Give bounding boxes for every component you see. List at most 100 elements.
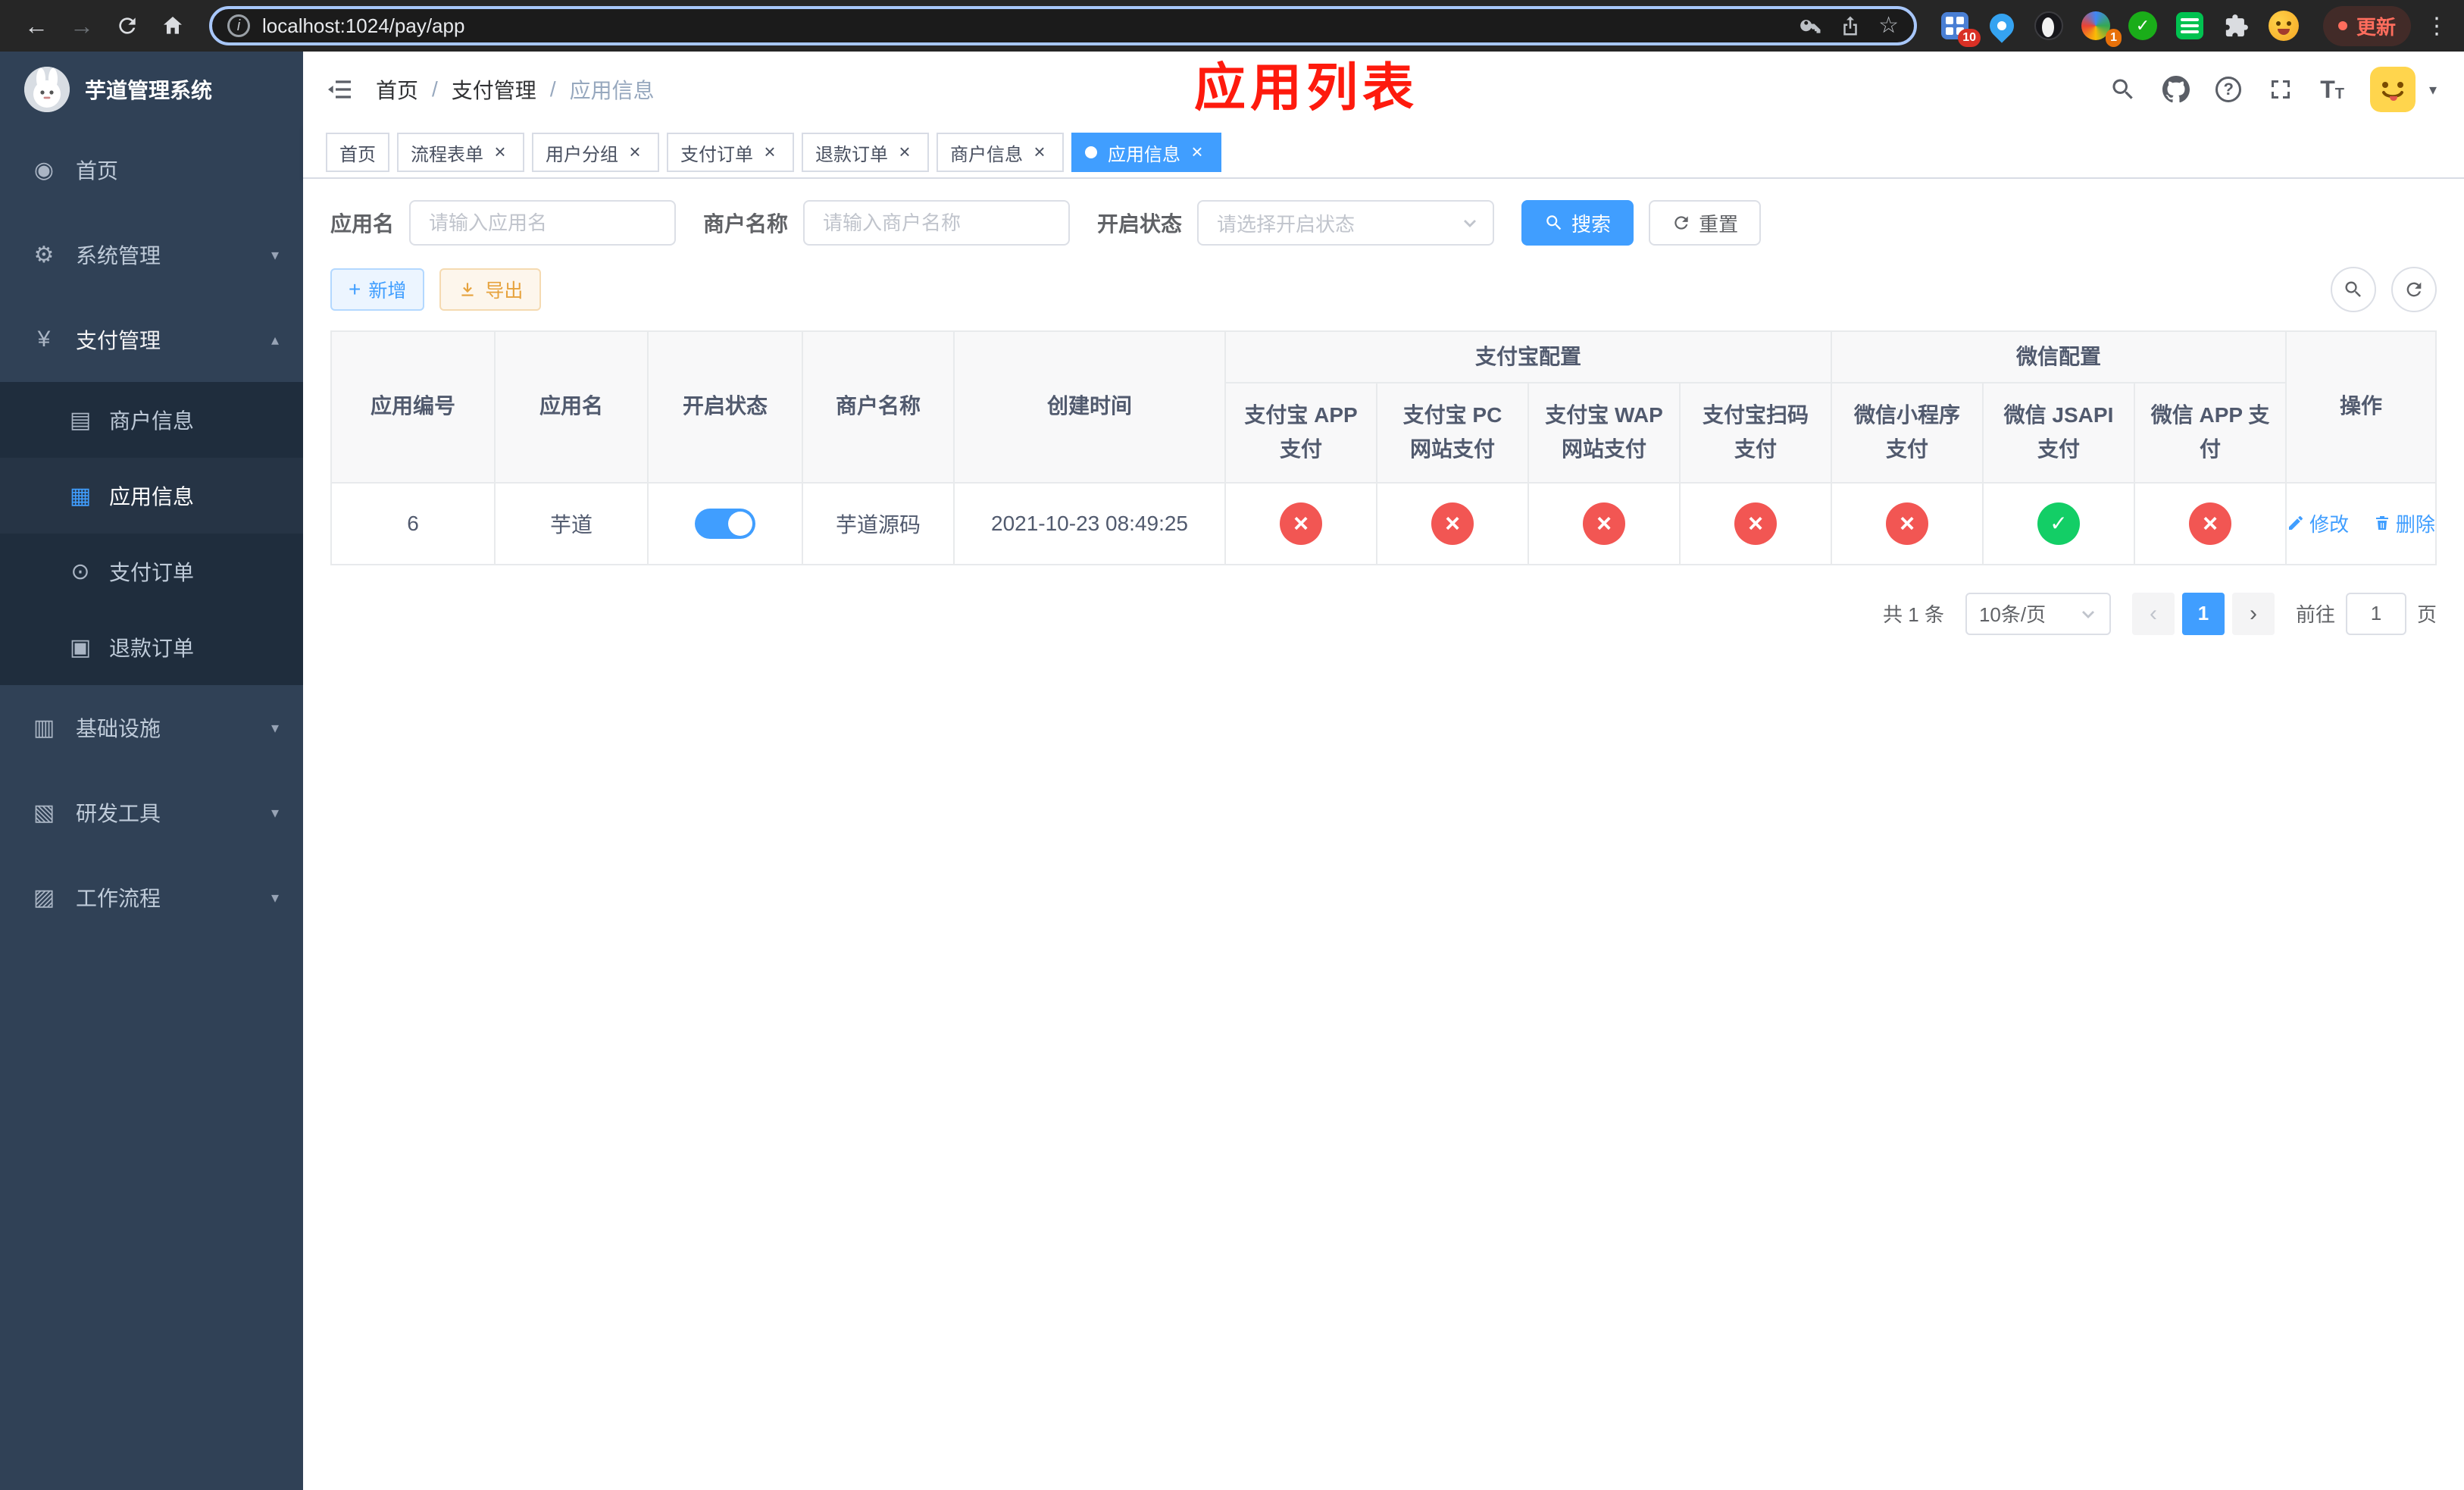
sidebar-toggle-icon[interactable] (324, 74, 355, 105)
app-logo[interactable]: 芋道管理系统 (0, 52, 303, 127)
extension-colorful-icon[interactable]: 1 (2079, 9, 2122, 47)
close-icon[interactable]: × (1029, 142, 1050, 163)
sidebar-item-refund-order[interactable]: ▣ 退款订单 (0, 609, 303, 685)
pagination: 共 1 条 10条/页 ‹ 1 › 前往 页 (330, 592, 2437, 635)
extensions-puzzle-icon[interactable] (2220, 9, 2253, 42)
filter-form: 应用名 商户名称 开启状态 请选择开启状态 (330, 200, 2437, 246)
col-alipay-wap: 支付宝 WAP 网站支付 (1527, 382, 1681, 484)
delete-link[interactable]: 删除 (2373, 509, 2435, 537)
cell-merchant: 芋道源码 (802, 481, 955, 565)
merchant-name-input[interactable] (803, 200, 1071, 246)
breadcrumb-section[interactable]: 支付管理 (452, 74, 536, 105)
breadcrumb-home[interactable]: 首页 (376, 74, 418, 105)
help-icon[interactable]: ? (2215, 77, 2242, 102)
sidebar-item-payment[interactable]: ¥ 支付管理 ▴ (0, 297, 303, 382)
col-wx-mini: 微信小程序支付 (1831, 382, 1984, 484)
close-icon[interactable]: × (624, 142, 646, 163)
col-group-wechat: 微信配置 (1831, 330, 2287, 383)
reset-button[interactable]: 重置 (1649, 200, 1762, 246)
extension-grid-icon[interactable]: 10 (1938, 9, 1981, 47)
user-avatar[interactable] (2369, 67, 2416, 112)
refund-icon: ▣ (69, 634, 92, 660)
sidebar-item-pay-order[interactable]: ⊙ 支付订单 (0, 534, 303, 609)
extension-dark-icon[interactable] (2032, 9, 2065, 42)
extension-green-circle-icon[interactable]: ✓ (2126, 9, 2159, 42)
browser-menu-icon[interactable]: ⋮ (2425, 13, 2449, 39)
sidebar-item-infrastructure[interactable]: ▥ 基础设施 ▾ (0, 685, 303, 770)
sidebar-item-home[interactable]: ◉ 首页 (0, 127, 303, 212)
page-1-button[interactable]: 1 (2181, 592, 2225, 635)
font-size-icon[interactable]: TT (2320, 77, 2344, 102)
address-bar[interactable]: i localhost:1024/pay/app ☆ (209, 6, 1917, 45)
status-toggle[interactable] (695, 508, 755, 539)
cell-alipay-pc (1376, 481, 1529, 565)
cell-alipay-wap (1527, 481, 1681, 565)
sidebar-item-workflow[interactable]: ▨ 工作流程 ▾ (0, 855, 303, 940)
browser-home-icon[interactable] (152, 5, 194, 47)
edit-icon (2289, 516, 2303, 531)
site-info-icon[interactable]: i (227, 14, 250, 37)
extension-pin-icon[interactable] (1984, 8, 2019, 43)
navbar: 首页 / 支付管理 / 应用信息 应用列表 ? T T ▾ (303, 52, 2464, 127)
refresh-icon (2406, 282, 2422, 297)
col-alipay-app: 支付宝 APP 支付 (1224, 382, 1377, 484)
sidebar-item-system[interactable]: ⚙ 系统管理 ▾ (0, 212, 303, 297)
chevron-down-icon: ▾ (270, 889, 279, 906)
extension-badge: 10 (1958, 29, 1981, 47)
cell-wx-jsapi (1982, 481, 2136, 565)
close-icon[interactable]: × (1187, 142, 1208, 163)
tab-merchant-info[interactable]: 商户信息 × (937, 133, 1064, 172)
page-buttons: ‹ 1 › (2131, 592, 2275, 635)
update-label: 更新 (2356, 15, 2396, 39)
col-alipay-qr: 支付宝扫码支付 (1678, 382, 1833, 484)
cell-wx-app (2134, 481, 2287, 565)
col-status: 开启状态 (647, 330, 803, 484)
tab-process-form[interactable]: 流程表单 × (397, 133, 524, 172)
share-icon[interactable] (1839, 14, 1862, 37)
browser-back-icon[interactable]: ← (15, 5, 58, 47)
close-icon[interactable]: × (894, 142, 915, 163)
export-button[interactable]: 导出 (439, 268, 542, 311)
extension-green-doc-icon[interactable] (2173, 9, 2206, 42)
tab-refund-order[interactable]: 退款订单 × (802, 133, 929, 172)
url-text[interactable]: localhost:1024/pay/app (262, 14, 1787, 38)
close-icon[interactable]: × (489, 142, 511, 163)
cell-alipay-qr (1678, 481, 1833, 565)
app-name-input[interactable] (409, 200, 677, 246)
chevron-down-icon: ▾ (270, 804, 279, 822)
bookmark-star-icon[interactable]: ☆ (1878, 14, 1899, 37)
page-size-select[interactable]: 10条/页 (1965, 592, 2111, 635)
browser-update-button[interactable]: 更新 (2322, 5, 2411, 46)
fullscreen-icon[interactable] (2267, 76, 2294, 103)
password-key-icon[interactable] (1800, 14, 1822, 37)
goto-page-input[interactable] (2345, 592, 2406, 635)
status-select[interactable]: 请选择开启状态 (1197, 200, 1495, 246)
browser-profile-avatar[interactable] (2267, 9, 2300, 42)
search-icon (1546, 215, 1562, 230)
tab-home[interactable]: 首页 (326, 133, 389, 172)
close-icon[interactable]: × (759, 142, 780, 163)
sidebar-item-dev-tools[interactable]: ▧ 研发工具 ▾ (0, 770, 303, 855)
tab-user-group[interactable]: 用户分组 × (532, 133, 659, 172)
breadcrumb: 首页 / 支付管理 / 应用信息 (376, 74, 655, 105)
dashboard-icon: ◉ (33, 157, 55, 183)
next-page-button[interactable]: › (2231, 592, 2275, 635)
sidebar-item-merchant-info[interactable]: ▤ 商户信息 (0, 382, 303, 458)
col-actions: 操作 (2285, 330, 2437, 484)
search-button[interactable]: 搜索 (1521, 200, 1634, 246)
search-icon[interactable] (2109, 76, 2137, 103)
sidebar-item-app-info[interactable]: ▦ 应用信息 (0, 458, 303, 534)
browser-reload-icon[interactable] (106, 5, 149, 47)
tab-app-info[interactable]: 应用信息 × (1071, 133, 1221, 172)
add-button[interactable]: + 新增 (330, 268, 425, 311)
toggle-search-button[interactable] (2331, 267, 2376, 312)
refresh-table-button[interactable] (2391, 267, 2437, 312)
github-icon[interactable] (2162, 76, 2190, 103)
tab-pay-order[interactable]: 支付订单 × (667, 133, 794, 172)
browser-forward-icon[interactable]: → (61, 5, 103, 47)
edit-link[interactable]: 修改 (2287, 509, 2349, 537)
avatar-caret-icon[interactable]: ▾ (2429, 80, 2437, 99)
trash-icon (2375, 516, 2388, 531)
col-wx-jsapi: 微信 JSAPI 支付 (1982, 382, 2136, 484)
prev-page-button[interactable]: ‹ (2131, 592, 2175, 635)
